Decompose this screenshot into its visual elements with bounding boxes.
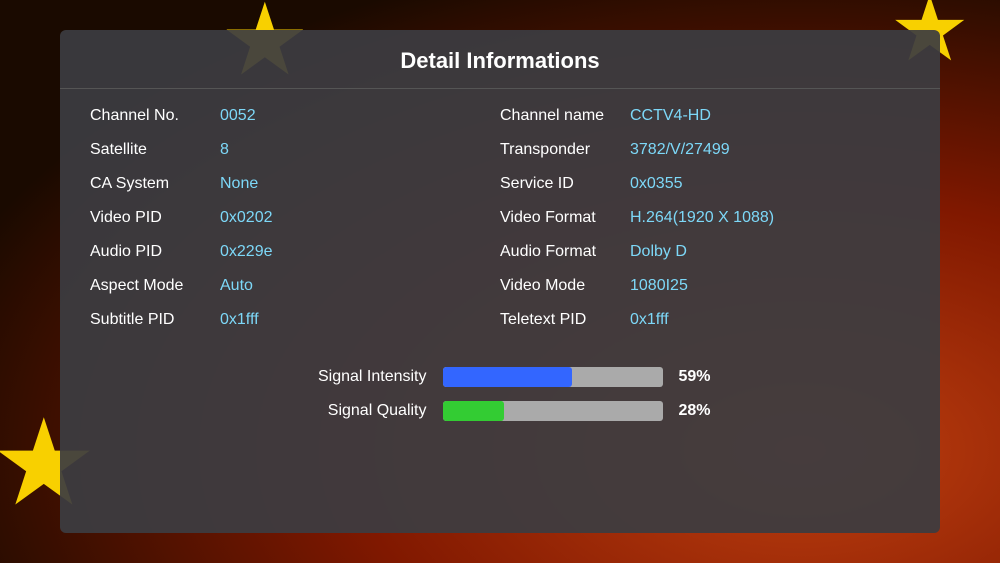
left-info-row: Video PID 0x0202 — [90, 201, 500, 235]
signal-bar-bg-1 — [443, 401, 663, 421]
left-value-4: 0x229e — [220, 243, 273, 261]
left-label-6: Subtitle PID — [90, 311, 220, 329]
signal-label-0: Signal Intensity — [277, 368, 427, 386]
signal-percent-0: 59% — [679, 368, 724, 386]
left-label-0: Channel No. — [90, 107, 220, 125]
signal-bar-fill-0 — [443, 367, 573, 387]
signal-bar-fill-1 — [443, 401, 505, 421]
left-value-6: 0x1fff — [220, 311, 259, 329]
left-value-2: None — [220, 175, 258, 193]
signal-row-quality: Signal Quality 28% — [277, 401, 724, 421]
left-info-row: Subtitle PID 0x1fff — [90, 303, 500, 337]
right-info-row: Video Format H.264(1920 X 1088) — [500, 201, 910, 235]
right-label-4: Audio Format — [500, 243, 630, 261]
right-info-row: Audio Format Dolby D — [500, 235, 910, 269]
signal-section: Signal Intensity 59% Signal Quality 28% — [60, 367, 940, 421]
left-value-0: 0052 — [220, 107, 256, 125]
detail-panel: Detail Informations Channel No. 0052 Sat… — [60, 30, 940, 533]
signal-percent-1: 28% — [679, 402, 724, 420]
info-grid: Channel No. 0052 Satellite 8 CA System N… — [60, 89, 940, 337]
right-label-0: Channel name — [500, 107, 630, 125]
signal-label-1: Signal Quality — [277, 402, 427, 420]
left-info-row: CA System None — [90, 167, 500, 201]
left-label-1: Satellite — [90, 141, 220, 159]
right-value-3: H.264(1920 X 1088) — [630, 209, 774, 227]
right-value-0: CCTV4-HD — [630, 107, 711, 125]
right-value-4: Dolby D — [630, 243, 687, 261]
right-value-6: 0x1fff — [630, 311, 669, 329]
right-info-row: Channel name CCTV4-HD — [500, 99, 910, 133]
left-label-2: CA System — [90, 175, 220, 193]
signal-row-intensity: Signal Intensity 59% — [277, 367, 724, 387]
right-label-2: Service ID — [500, 175, 630, 193]
left-column: Channel No. 0052 Satellite 8 CA System N… — [90, 99, 500, 337]
left-value-5: Auto — [220, 277, 253, 295]
left-label-5: Aspect Mode — [90, 277, 220, 295]
left-info-row: Aspect Mode Auto — [90, 269, 500, 303]
right-value-5: 1080I25 — [630, 277, 688, 295]
right-info-row: Transponder 3782/V/27499 — [500, 133, 910, 167]
right-label-5: Video Mode — [500, 277, 630, 295]
left-info-row: Channel No. 0052 — [90, 99, 500, 133]
right-info-row: Video Mode 1080I25 — [500, 269, 910, 303]
left-info-row: Satellite 8 — [90, 133, 500, 167]
right-value-1: 3782/V/27499 — [630, 141, 730, 159]
right-label-3: Video Format — [500, 209, 630, 227]
signal-bar-bg-0 — [443, 367, 663, 387]
left-label-3: Video PID — [90, 209, 220, 227]
right-info-row: Teletext PID 0x1fff — [500, 303, 910, 337]
right-info-row: Service ID 0x0355 — [500, 167, 910, 201]
left-info-row: Audio PID 0x229e — [90, 235, 500, 269]
left-value-3: 0x0202 — [220, 209, 273, 227]
panel-title: Detail Informations — [60, 30, 940, 89]
left-value-1: 8 — [220, 141, 229, 159]
right-label-6: Teletext PID — [500, 311, 630, 329]
left-label-4: Audio PID — [90, 243, 220, 261]
right-label-1: Transponder — [500, 141, 630, 159]
right-value-2: 0x0355 — [630, 175, 683, 193]
right-column: Channel name CCTV4-HD Transponder 3782/V… — [500, 99, 910, 337]
